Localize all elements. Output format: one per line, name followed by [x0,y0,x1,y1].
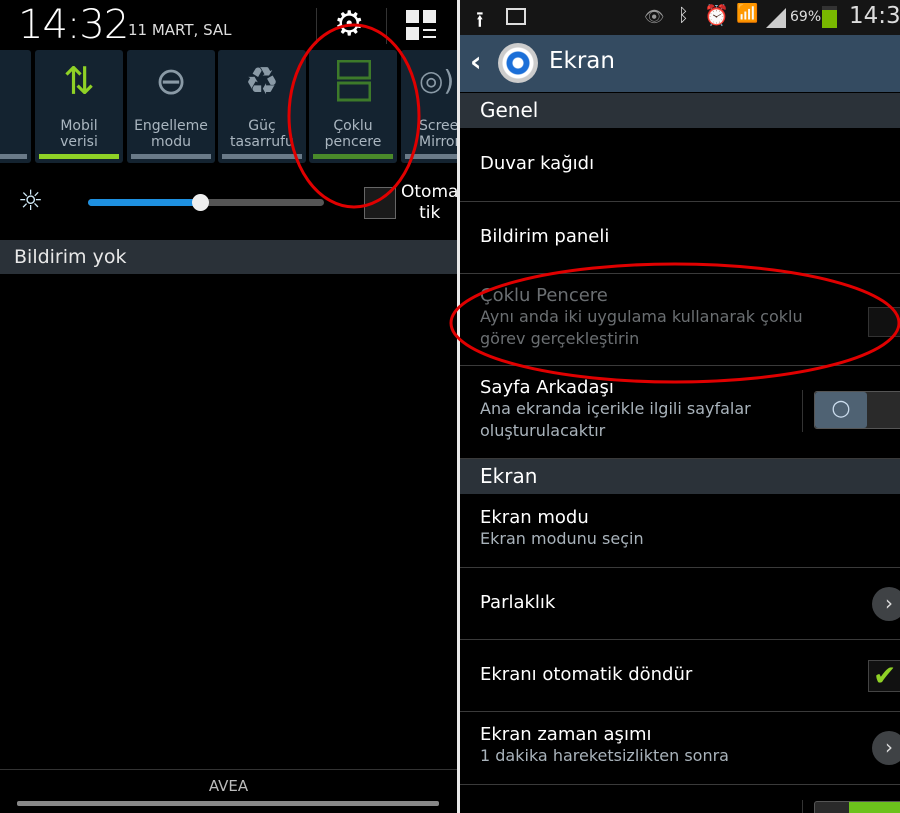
annotation-circle-setting [449,262,900,384]
annotation-overlay [287,23,900,384]
annotation-circle-tile [287,23,421,209]
